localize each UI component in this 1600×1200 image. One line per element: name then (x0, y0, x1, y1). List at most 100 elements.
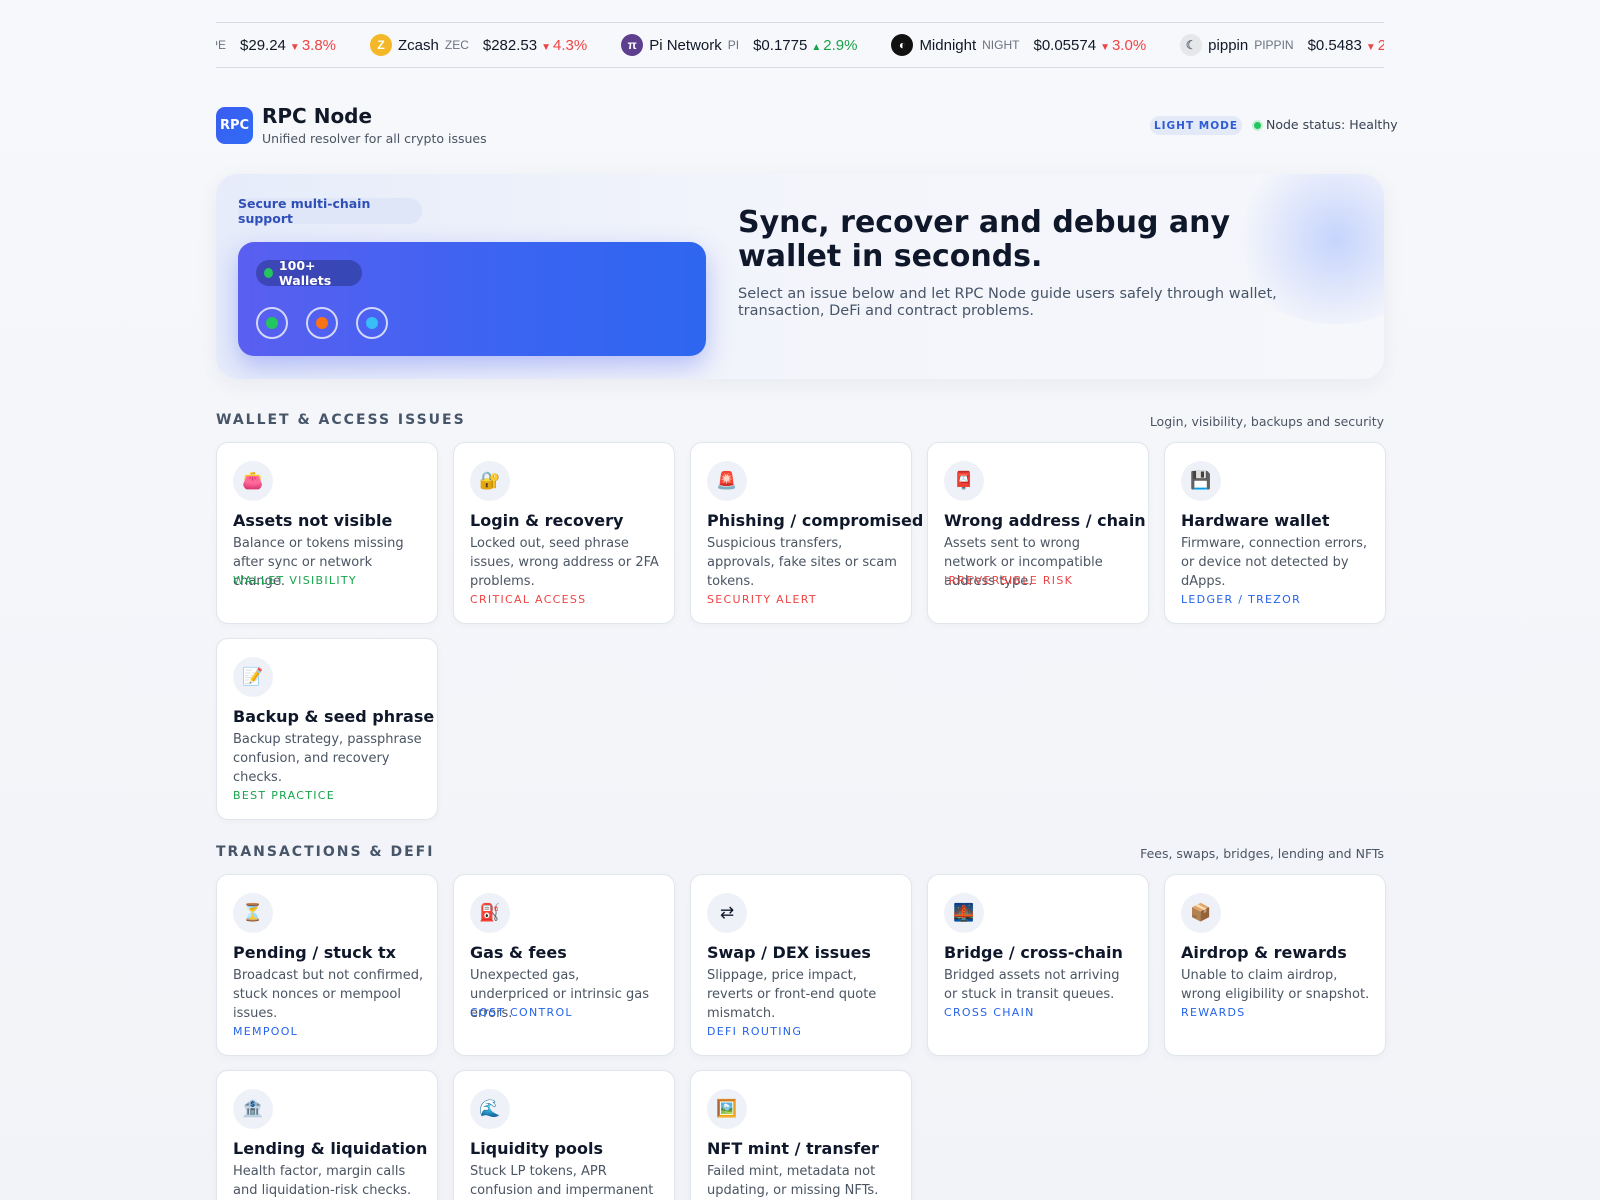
siren-icon: 🚨 (707, 461, 747, 501)
coin-name: Midnight (919, 36, 977, 54)
coin-change-value: 2.9% (823, 36, 858, 54)
card-description: Locked out, seed phrase issues, wrong ad… (470, 536, 659, 589)
coin-price: $0.05574 (1033, 36, 1097, 54)
brand-title: RPC Node (262, 104, 373, 128)
issue-card[interactable]: ⇄ Swap / DEX issues Slippage, price impact… (690, 874, 912, 1056)
coin-price: $0.5483 (1307, 36, 1362, 54)
chain-icon (306, 307, 338, 339)
ticker-item[interactable]: ◐ Midnight NIGHT $0.05574 ▼ 3.0% (891, 34, 1146, 56)
section-title-wallet: WALLET & ACCESS ISSUES (216, 412, 466, 428)
coin-symbol: NIGHT (982, 38, 1020, 52)
lock-key-icon: 🔐 (470, 461, 510, 501)
issue-card[interactable]: 🌊 Liquidity pools Stuck LP tokens, APR con… (453, 1070, 675, 1200)
floppy-disk-icon: 💾 (1181, 461, 1221, 501)
coin-change: ▼ 3.8% (290, 37, 336, 54)
bridge-icon: 🌉 (944, 893, 984, 933)
chain-icon (356, 307, 388, 339)
coin-symbol: PE (216, 38, 227, 52)
memo-icon: 📝 (233, 657, 273, 697)
coin-change: ▼24.3% (1366, 37, 1384, 54)
card-description: Broadcast but not confirmed, stuck nonce… (233, 968, 424, 1021)
chain-icon (256, 307, 288, 339)
coin-price: $0.1775 (753, 36, 808, 54)
card-tag: CROSS CHAIN (944, 1006, 1035, 1019)
swap-arrows-icon: ⇄ (707, 893, 747, 933)
node-status: Node status: Healthy (1266, 117, 1398, 132)
bank-icon: 🏦 (233, 1089, 273, 1129)
ticker-item[interactable]: PE $29.24▼3.8% (216, 37, 336, 54)
coin-change-value: 3.8% (301, 36, 337, 54)
card-tag: REWARDS (1181, 1006, 1246, 1019)
card-title: Gas & fees (470, 943, 567, 962)
arrow-down-icon: ▼ (1365, 41, 1376, 53)
card-tag: WALLET VISIBILITY (233, 574, 357, 587)
issue-card[interactable]: 🖼️ NFT mint / transfer Failed mint, metada… (690, 1070, 912, 1200)
arrow-down-icon: ▼ (289, 41, 300, 53)
card-description: Stuck LP tokens, APR confusion and imper… (470, 1164, 654, 1198)
issue-card[interactable]: 👛 Assets not visible Balance or tokens mis… (216, 442, 438, 624)
issue-card[interactable]: 📝 Backup & seed phrase Backup strategy, pa… (216, 638, 438, 820)
coin-name: pippin (1208, 36, 1249, 54)
coin-logo-icon: Z (370, 34, 393, 56)
card-description: Slippage, price impact, reverts or front… (707, 968, 877, 1021)
section-subtitle-wallet: Login, visibility, backups and security (1149, 414, 1384, 429)
coin-change-value: 24.3% (1378, 37, 1384, 54)
card-title: Assets not visible (233, 511, 393, 530)
card-tag: CRITICAL ACCESS (470, 593, 587, 606)
card-tag: MEMPOOL (233, 1025, 299, 1038)
issue-card[interactable]: 💾 Hardware wallet Firmware, connection err… (1164, 442, 1386, 624)
wallet-icon: 👛 (233, 461, 273, 501)
card-tag: SECURITY ALERT (707, 593, 817, 606)
card-title: Backup & seed phrase (233, 707, 435, 726)
coin-change-value: 3.0% (1111, 36, 1147, 54)
wallet-count-pill: 100+ Wallets (256, 258, 362, 288)
card-title: Bridge / cross-chain (944, 943, 1123, 962)
wallet-count-label: 100+ Wallets (278, 258, 332, 288)
hero-description: Select an issue below and let RPC Node g… (738, 286, 1277, 319)
ticker-item[interactable]: Z Zcash ZEC $282.53 ▼ 4.3% (370, 34, 587, 56)
framed-picture-icon: 🖼️ (707, 1089, 747, 1129)
issue-card[interactable]: 🔐 Login & recovery Locked out, seed phrase… (453, 442, 675, 624)
wallet-card: 100+ Wallets (238, 242, 706, 356)
brand-logo[interactable]: RPC (216, 107, 253, 144)
coin-logo-icon: ◐ (891, 34, 914, 56)
issue-card[interactable]: 🏦 Lending & liquidation Health factor, mar… (216, 1070, 438, 1200)
card-description: Firmware, connection errors, or device n… (1181, 536, 1367, 589)
coin-symbol: ZEC (444, 38, 469, 52)
package-icon: 📦 (1181, 893, 1221, 933)
coin-change: ▲ 2.9% (811, 37, 857, 54)
card-title: Wrong address / chain (944, 511, 1146, 530)
page: PE$29.24▼3.8%ZZcashZEC$282.53▼4.3%πPi Ne… (0, 0, 1600, 1200)
coin-logo-icon: ☾ (1180, 34, 1203, 56)
card-description: Bridged assets not arriving or stuck in … (944, 968, 1120, 1002)
hero-tag: Secure multi-chain support (238, 196, 422, 226)
coin-symbol: PIPPIN (1254, 38, 1294, 52)
section-subtitle-transactions: Fees, swaps, bridges, lending and NFTs (1140, 846, 1384, 861)
ticker-item[interactable]: π Pi Network PI $0.1775 ▲ 2.9% (621, 34, 857, 56)
online-dot-icon (264, 268, 273, 278)
card-title: Liquidity pools (470, 1139, 604, 1158)
ticker-track: PE$29.24▼3.8%ZZcashZEC$282.53▼4.3%πPi Ne… (216, 23, 1384, 67)
issue-card[interactable]: 🚨 Phishing / compromised Suspicious transf… (690, 442, 923, 624)
arrow-up-icon: ▲ (811, 41, 822, 53)
coin-price: $282.53 (482, 36, 538, 54)
card-tag: LEDGER / TREZOR (1181, 593, 1302, 606)
card-title: Hardware wallet (1181, 511, 1330, 530)
card-title: Swap / DEX issues (707, 943, 871, 962)
card-description: Failed mint, metadata not updating, or m… (707, 1164, 879, 1198)
card-description: Suspicious transfers, approvals, fake si… (707, 536, 897, 589)
coin-name: Pi Network (649, 36, 722, 54)
issue-card[interactable]: 📦 Airdrop & rewards Unable to claim airdro… (1164, 874, 1386, 1056)
theme-mode-toggle[interactable]: LIGHT MODE (1150, 116, 1242, 135)
card-title: Airdrop & rewards (1181, 943, 1347, 962)
coin-change: ▼ 4.3% (541, 37, 587, 54)
card-title: Pending / stuck tx (233, 943, 396, 962)
issue-card[interactable]: 📮 Wrong address / chain Assets sent to wro… (927, 442, 1149, 624)
issue-card[interactable]: 🌉 Bridge / cross-chain Bridged assets not … (927, 874, 1149, 1056)
card-tag: IRREVERSIBLE RISK (944, 574, 1074, 587)
issue-card[interactable]: ⏳ Pending / stuck tx Broadcast but not con… (216, 874, 438, 1056)
hero-title: Sync, recover and debug any wallet in se… (738, 205, 1231, 274)
issue-card[interactable]: ⛽ Gas & fees Unexpected gas, underpriced o… (453, 874, 675, 1056)
wave-icon: 🌊 (470, 1089, 510, 1129)
ticker-item[interactable]: ☾ pippin PIPPIN $0.5483▼24.3% (1180, 34, 1384, 56)
